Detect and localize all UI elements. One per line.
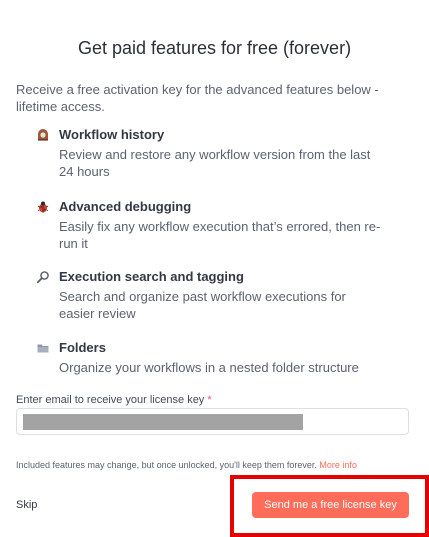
email-input[interactable] bbox=[17, 409, 408, 434]
feature-description: Review and restore any workflow version … bbox=[59, 147, 371, 179]
feature-description: Easily fix any workflow execution that’s… bbox=[59, 219, 381, 251]
feature-title: Execution search and tagging bbox=[59, 269, 244, 284]
required-mark: * bbox=[207, 394, 212, 406]
email-label-text: Enter email to receive your license key bbox=[16, 394, 205, 406]
email-field[interactable] bbox=[16, 408, 409, 435]
note-text: Included features may change, but once u… bbox=[16, 460, 317, 470]
send-license-key-button[interactable]: Send me a free license key bbox=[252, 492, 409, 518]
more-info-link[interactable]: More info bbox=[319, 460, 357, 470]
features-note: Included features may change, but once u… bbox=[16, 460, 357, 470]
feature-title: Advanced debugging bbox=[59, 199, 192, 214]
feature-description: Organize your workflows in a nested fold… bbox=[59, 360, 359, 375]
feature-title: Folders bbox=[59, 340, 106, 355]
dialog-intro: Receive a free activation key for the ad… bbox=[16, 82, 379, 114]
feature-description: Search and organize past workflow execut… bbox=[59, 289, 346, 321]
folder-icon bbox=[36, 341, 50, 355]
history-icon bbox=[36, 128, 50, 142]
search-icon bbox=[36, 270, 50, 284]
skip-button[interactable]: Skip bbox=[16, 499, 37, 511]
dialog-title: Get paid features for free (forever) bbox=[77, 38, 352, 58]
email-label: Enter email to receive your license key … bbox=[16, 394, 212, 406]
bug-icon bbox=[36, 200, 50, 214]
feature-title: Workflow history bbox=[59, 127, 165, 142]
license-key-dialog: Get paid features for free (forever) Rec… bbox=[0, 0, 429, 537]
